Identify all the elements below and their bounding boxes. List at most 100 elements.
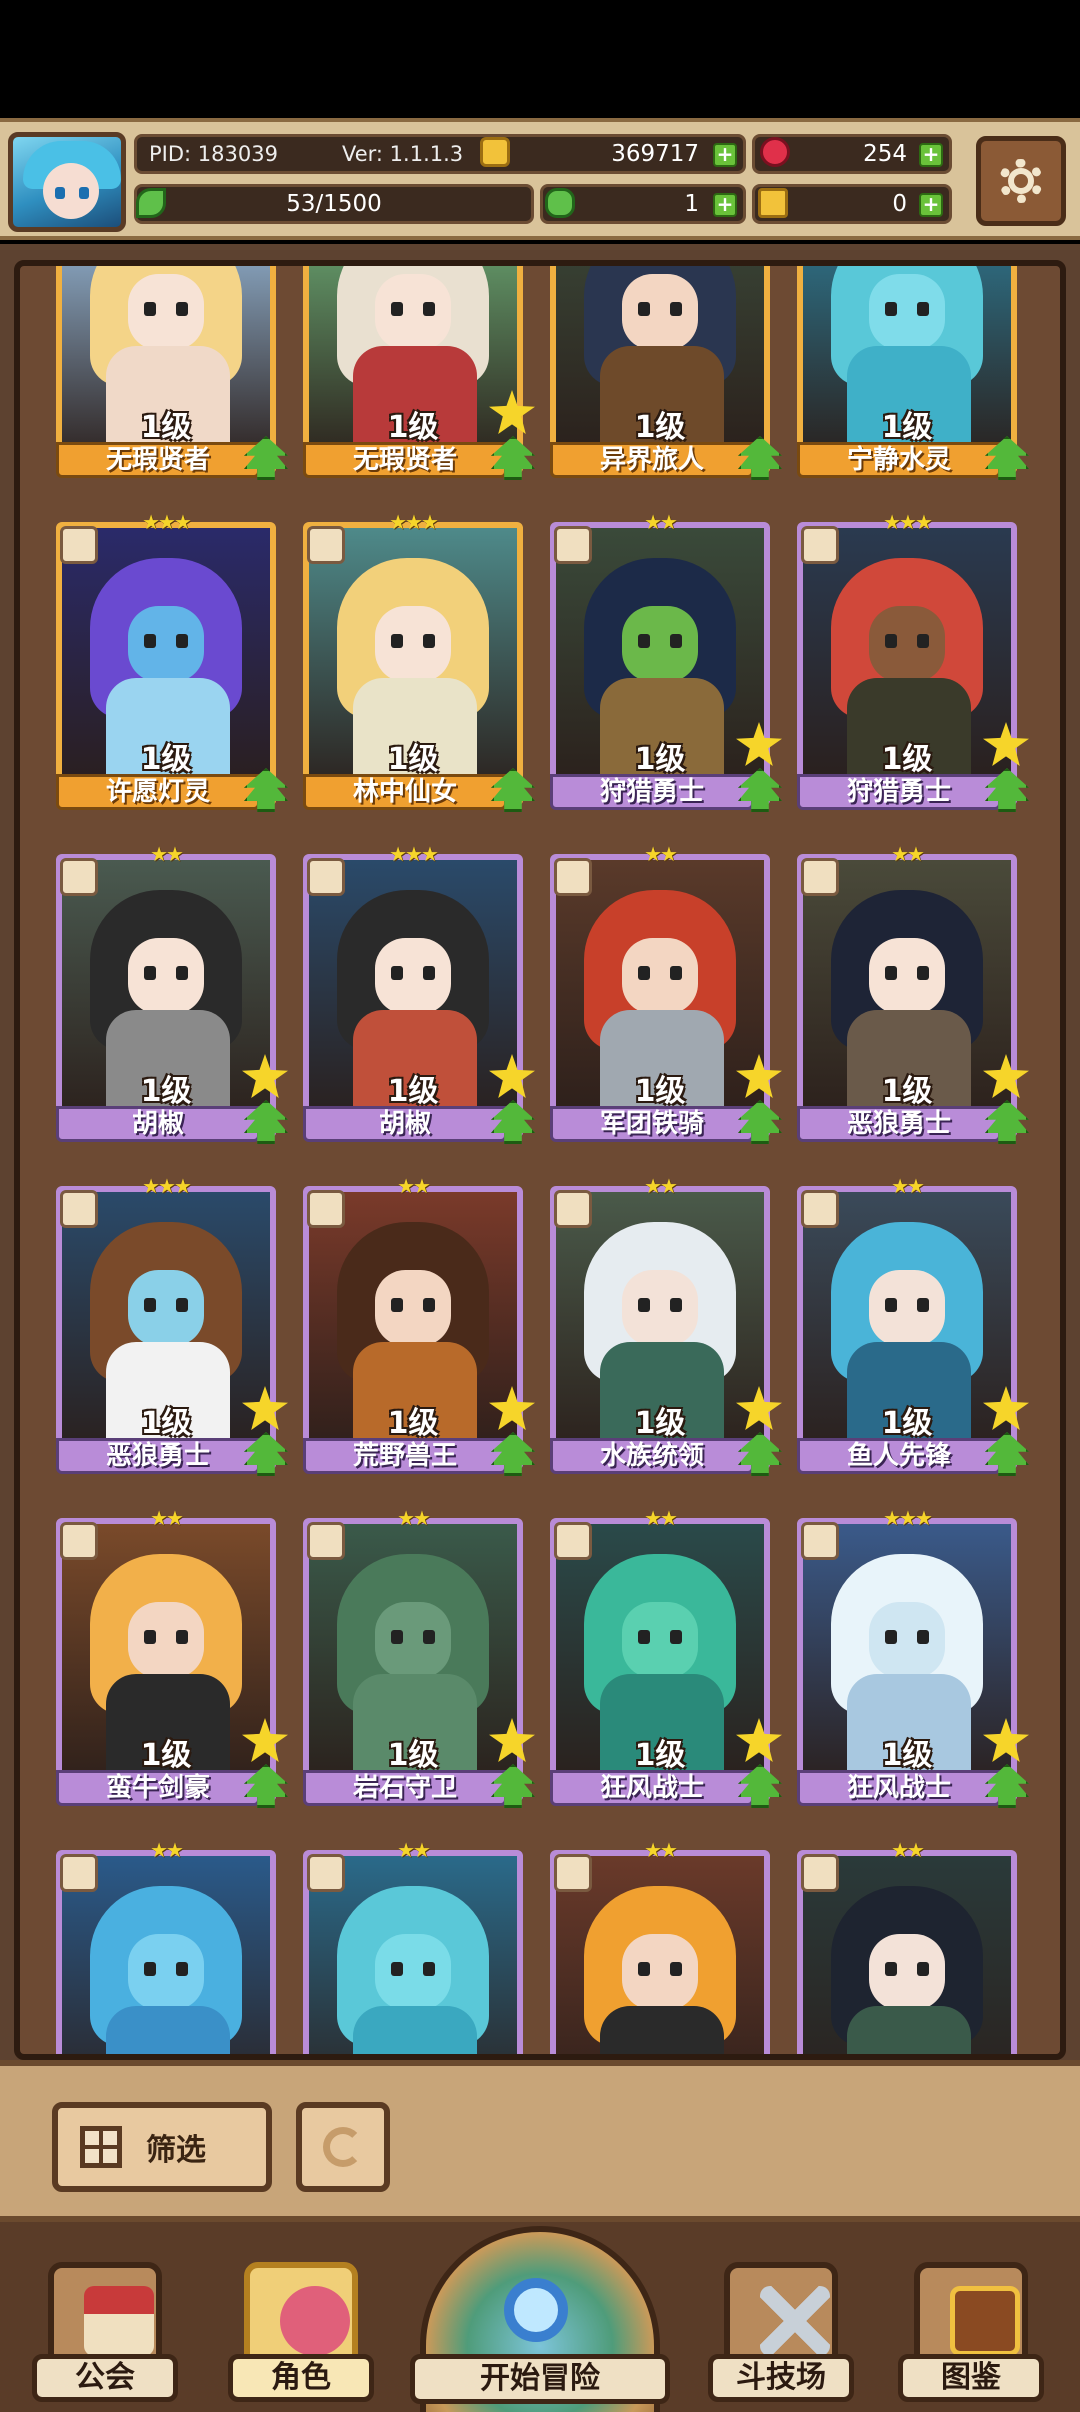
character-card[interactable]: 1级 异界旅人 xyxy=(550,266,782,480)
character-card[interactable]: ★★★ 1级 狩猎勇士 xyxy=(797,510,1029,812)
card-level: 1级 xyxy=(881,742,933,777)
guild-house-icon xyxy=(84,2286,154,2356)
add-gems-button[interactable]: + xyxy=(919,143,943,167)
class-icon xyxy=(554,1854,592,1892)
character-list[interactable]: 1级 无瑕贤者 1级 无瑕贤者 1级 异界旅人 1级 宁静水灵 ★★★ 1级 许… xyxy=(14,260,1066,2060)
class-icon xyxy=(307,858,345,896)
class-icon xyxy=(307,1522,345,1560)
class-icon xyxy=(554,858,592,896)
character-card[interactable]: ★★ xyxy=(550,1838,770,2054)
add-keys-button[interactable]: + xyxy=(919,193,943,217)
character-card[interactable]: 1级 无瑕贤者 xyxy=(303,266,535,480)
card-level: 1级 xyxy=(140,1074,192,1109)
card-name: 狂风战士 xyxy=(550,1770,754,1806)
character-card[interactable]: ★★ xyxy=(797,1838,1017,2054)
game-version: Ver: 1.1.1.3 xyxy=(342,142,464,166)
player-info-panel: PID: 183039 Ver: 1.1.1.3 369717 + xyxy=(134,134,746,174)
key-count: 0 xyxy=(892,191,907,217)
character-card[interactable]: ★★ xyxy=(303,1838,523,2054)
class-icon xyxy=(307,1190,345,1228)
card-level: 1级 xyxy=(634,1738,686,1773)
refresh-icon xyxy=(323,2127,363,2167)
character-card[interactable]: ★★ 1级 胡椒 xyxy=(56,842,288,1144)
character-card[interactable]: ★★★ 1级 胡椒 xyxy=(303,842,535,1144)
bottom-nav: 公会 角色 开始冒险 斗技场 图鉴 xyxy=(0,2222,1080,2412)
card-name: 水族统领 xyxy=(550,1438,754,1474)
gem-count: 254 xyxy=(863,141,907,167)
player-avatar[interactable] xyxy=(8,132,126,232)
card-name: 军团铁骑 xyxy=(550,1106,754,1142)
filter-label: 筛选 xyxy=(146,2133,206,2168)
class-icon xyxy=(554,1190,592,1228)
card-name: 恶狼勇士 xyxy=(56,1438,260,1474)
character-card[interactable]: ★★★ 1级 许愿灯灵 xyxy=(56,510,288,812)
card-level: 1级 xyxy=(140,1406,192,1441)
card-level: 1级 xyxy=(387,410,439,445)
character-card[interactable]: ★★ 1级 蛮牛剑豪 xyxy=(56,1506,288,1808)
nav-adventure[interactable]: 开始冒险 xyxy=(410,2222,670,2412)
card-level: 1级 xyxy=(881,1406,933,1441)
character-card[interactable]: ★★ 1级 岩石守卫 xyxy=(303,1506,535,1808)
card-level: 1级 xyxy=(387,1074,439,1109)
status-bar xyxy=(0,0,1080,118)
card-name: 无瑕贤者 xyxy=(56,442,260,478)
card-level: 1级 xyxy=(634,1406,686,1441)
add-coins-button[interactable]: + xyxy=(713,143,737,167)
card-level: 1级 xyxy=(881,1738,933,1773)
card-level: 1级 xyxy=(140,410,192,445)
nav-arena[interactable]: 斗技场 xyxy=(708,2262,854,2412)
player-id: PID: 183039 xyxy=(149,142,278,166)
character-card[interactable]: ★★ 1级 军团铁骑 xyxy=(550,842,782,1144)
character-grid: 1级 无瑕贤者 1级 无瑕贤者 1级 异界旅人 1级 宁静水灵 ★★★ 1级 许… xyxy=(56,266,1036,2054)
roster-area: 1级 无瑕贤者 1级 无瑕贤者 1级 异界旅人 1级 宁静水灵 ★★★ 1级 许… xyxy=(0,244,1080,2066)
character-card[interactable]: ★★ 1级 鱼人先锋 xyxy=(797,1174,1029,1476)
card-level: 1级 xyxy=(140,1738,192,1773)
clover-icon xyxy=(545,188,575,218)
character-card[interactable]: 1级 无瑕贤者 xyxy=(56,266,288,480)
add-clovers-button[interactable]: + xyxy=(713,193,737,217)
character-card[interactable]: ★★ 1级 荒野兽王 xyxy=(303,1174,535,1476)
class-icon xyxy=(801,1854,839,1892)
card-level: 1级 xyxy=(387,1406,439,1441)
nav-adventure-label: 开始冒险 xyxy=(410,2354,670,2404)
character-card[interactable]: ★★★ 1级 林中仙女 xyxy=(303,510,535,812)
refresh-button[interactable] xyxy=(296,2102,390,2192)
card-name: 异界旅人 xyxy=(550,442,754,478)
class-icon xyxy=(60,526,98,564)
book-icon xyxy=(950,2286,1020,2356)
card-name: 胡椒 xyxy=(303,1106,507,1142)
character-card[interactable]: ★★ 1级 恶狼勇士 xyxy=(797,842,1029,1144)
card-name: 鱼人先锋 xyxy=(797,1438,1001,1474)
nav-codex[interactable]: 图鉴 xyxy=(898,2262,1044,2412)
card-name: 许愿灯灵 xyxy=(56,774,260,810)
card-level: 1级 xyxy=(387,742,439,777)
settings-button[interactable] xyxy=(976,136,1066,226)
card-level: 1级 xyxy=(634,742,686,777)
card-name: 狩猎勇士 xyxy=(797,774,1001,810)
crossed-swords-icon xyxy=(760,2286,830,2356)
nav-guild[interactable]: 公会 xyxy=(32,2262,178,2412)
nav-character[interactable]: 角色 xyxy=(228,2262,374,2412)
character-card[interactable]: 1级 宁静水灵 xyxy=(797,266,1029,480)
coin-count: 369717 xyxy=(611,141,699,167)
nav-character-label: 角色 xyxy=(228,2354,374,2402)
character-card[interactable]: ★★★ 1级 恶狼勇士 xyxy=(56,1174,288,1476)
character-card[interactable]: ★★★ 1级 狂风战士 xyxy=(797,1506,1029,1808)
nav-codex-label: 图鉴 xyxy=(898,2354,1044,2402)
card-level: 1级 xyxy=(634,410,686,445)
character-card[interactable]: ★★ xyxy=(56,1838,276,2054)
character-card[interactable]: ★★ 1级 水族统领 xyxy=(550,1174,782,1476)
class-icon xyxy=(554,1522,592,1560)
card-name: 恶狼勇士 xyxy=(797,1106,1001,1142)
coin-icon xyxy=(480,137,510,167)
energy-panel: 53/1500 xyxy=(134,184,534,224)
card-name: 宁静水灵 xyxy=(797,442,1001,478)
energy-value: 53/1500 xyxy=(286,191,382,217)
card-level: 1级 xyxy=(387,1738,439,1773)
character-card[interactable]: ★★ 1级 狂风战士 xyxy=(550,1506,782,1808)
character-card[interactable]: ★★ 1级 狩猎勇士 xyxy=(550,510,782,812)
nav-arena-label: 斗技场 xyxy=(708,2354,854,2402)
filter-button[interactable]: 筛选 xyxy=(52,2102,272,2192)
class-icon xyxy=(554,526,592,564)
nav-guild-label: 公会 xyxy=(32,2354,178,2402)
